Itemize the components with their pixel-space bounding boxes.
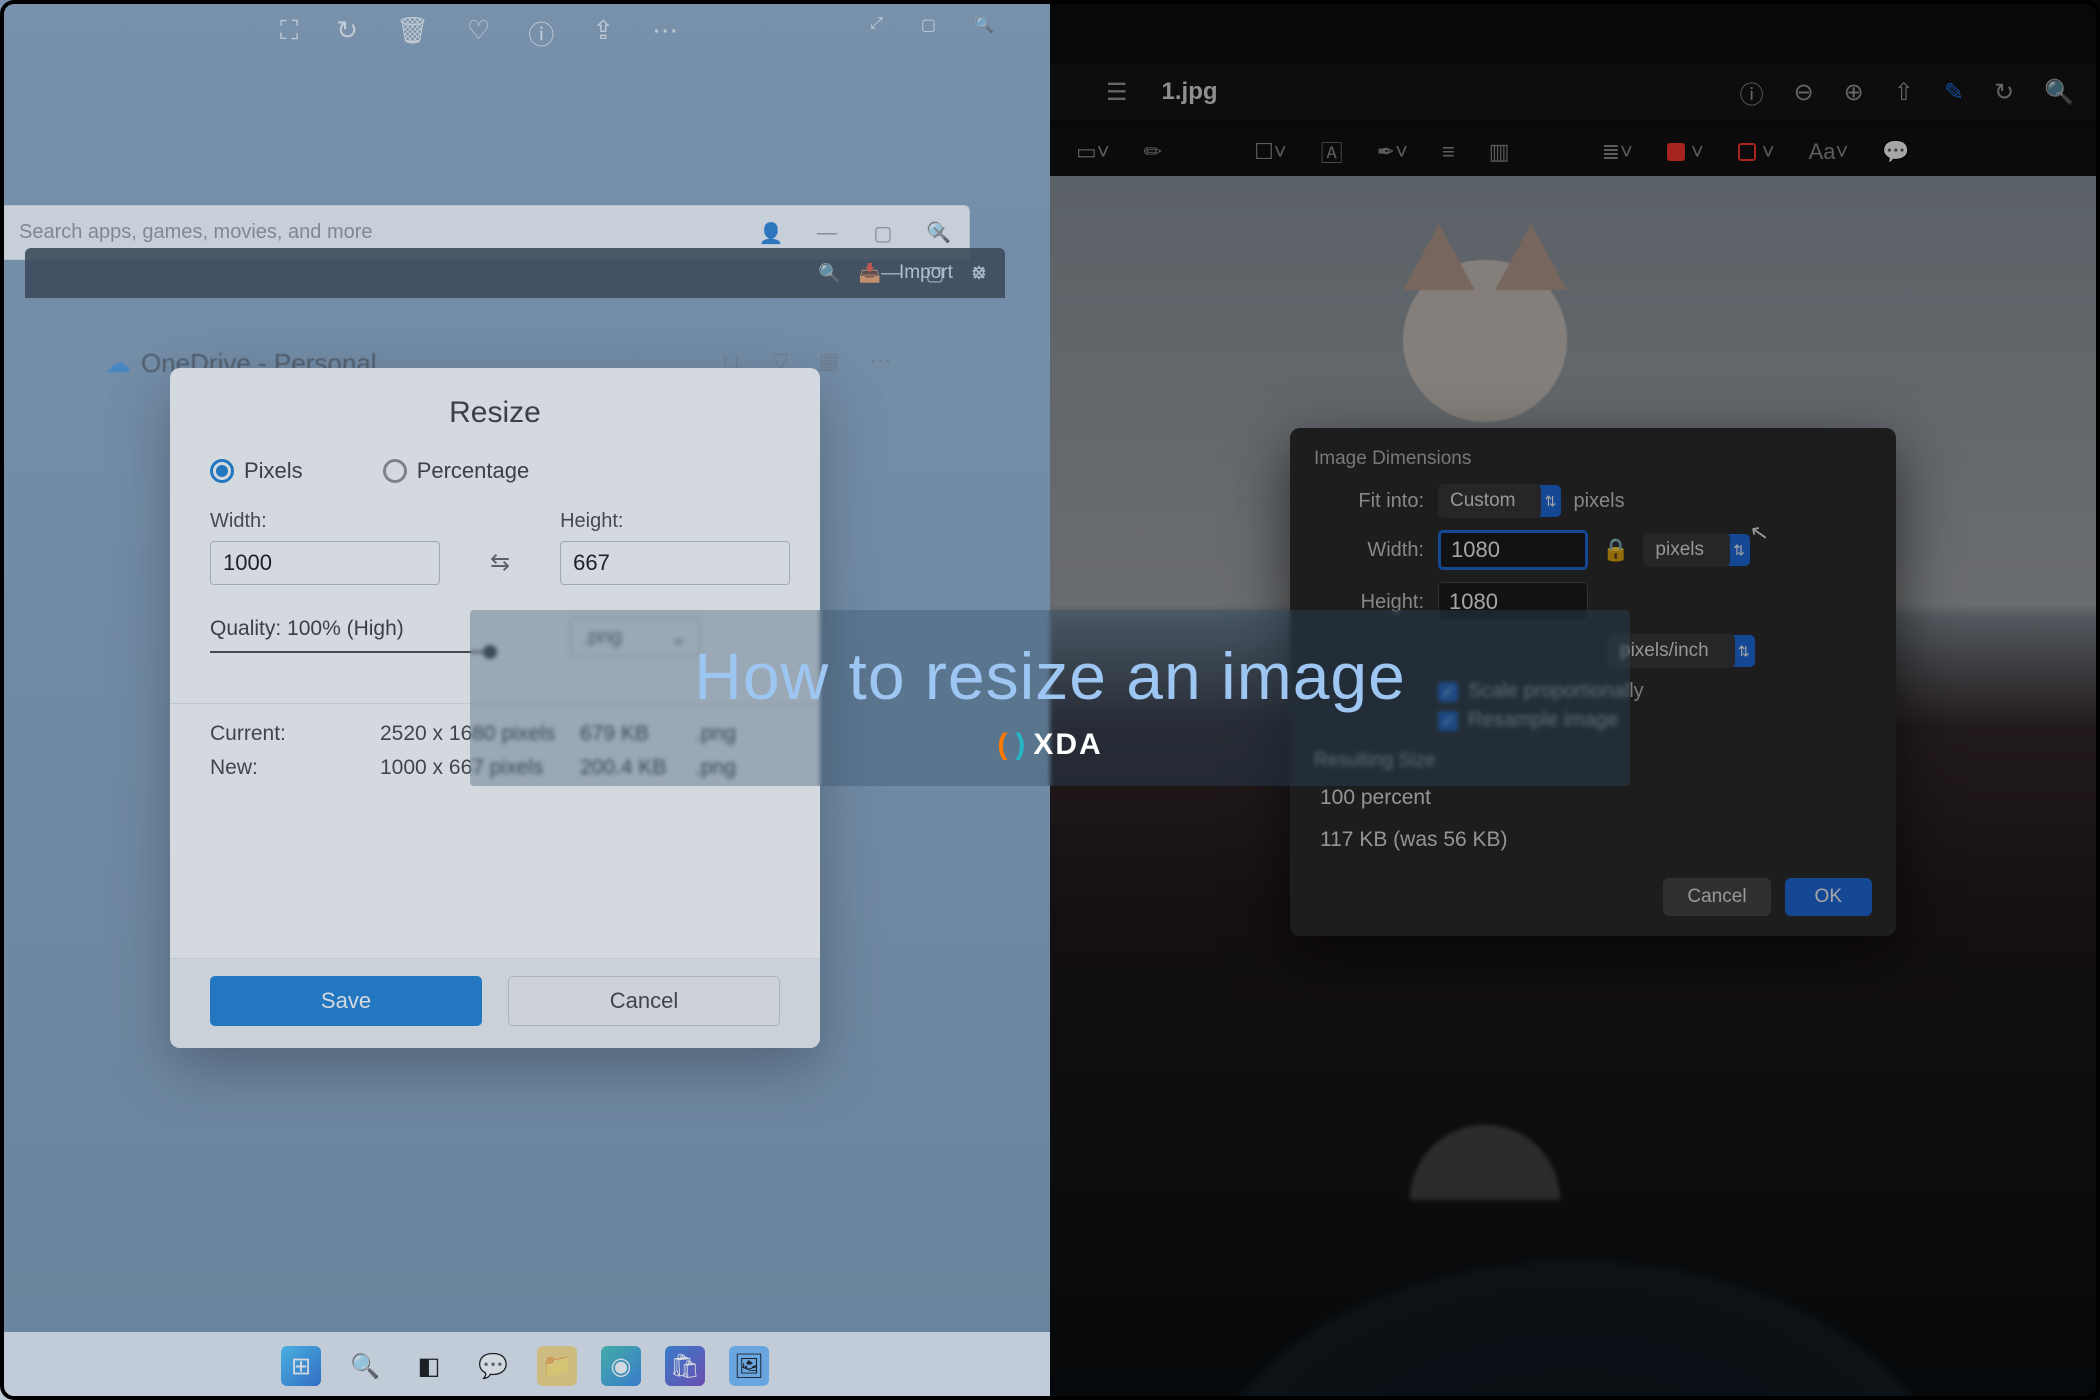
adjust-color-icon[interactable]: ≡: [1442, 139, 1455, 165]
chevron-updown-icon: ⇅: [1539, 485, 1561, 517]
annotate-icon[interactable]: 💬: [1882, 139, 1909, 165]
taskview-icon[interactable]: ◧: [409, 1346, 449, 1386]
app-secondary-bar: 🔍 📥 Import ⚙ — ▢ ✕: [25, 248, 1005, 298]
sidebar-icon[interactable]: ☰: [1106, 78, 1128, 107]
select-icon[interactable]: ▭˅: [1076, 139, 1110, 165]
slideshow-icon[interactable]: ▢: [921, 15, 936, 35]
fit-into-unit: pixels: [1573, 490, 1624, 513]
more-icon[interactable]: ⋯: [870, 348, 892, 374]
maximize-icon[interactable]: ▢: [915, 261, 955, 286]
fit-into-label: Fit into:: [1314, 490, 1424, 513]
lasso-icon[interactable]: ✏: [1144, 139, 1162, 165]
line-weight-icon[interactable]: ≣˅: [1602, 139, 1633, 165]
minimize-icon[interactable]: —: [805, 222, 849, 245]
search-icon[interactable]: 🔍: [2044, 78, 2074, 107]
filename: 1.jpg: [1162, 78, 1218, 106]
radio-percentage-label: Percentage: [417, 458, 530, 484]
current-label: Current:: [210, 722, 380, 746]
windows-taskbar: ⊞ 🔍 ◧ 💬 📁 ◉ 🛍 🖼: [0, 1332, 1050, 1400]
info-icon[interactable]: ⓘ: [528, 15, 554, 52]
ok-button[interactable]: OK: [1785, 878, 1872, 916]
chat-icon[interactable]: 💬: [473, 1346, 513, 1386]
xda-logo: () XDA: [510, 728, 1590, 762]
unit-select[interactable]: pixels: [1643, 533, 1730, 567]
article-title-banner: How to resize an image () XDA: [470, 610, 1630, 786]
photos-icon[interactable]: 🖼: [729, 1346, 769, 1386]
lock-icon[interactable]: 🔒: [1602, 537, 1629, 563]
radio-percentage[interactable]: Percentage: [383, 458, 530, 484]
width-input[interactable]: [210, 541, 440, 585]
expand-icon[interactable]: ⤢: [870, 15, 883, 35]
info-icon[interactable]: ⓘ: [1740, 75, 1764, 110]
sign-icon[interactable]: ✒˅: [1377, 139, 1408, 165]
close-icon[interactable]: ✕: [959, 261, 999, 286]
explorer-icon[interactable]: 📁: [537, 1346, 577, 1386]
cancel-button[interactable]: Cancel: [1663, 878, 1770, 916]
delete-icon[interactable]: 🗑: [396, 15, 429, 52]
image-content-reflection: [1385, 1090, 1585, 1200]
font-icon[interactable]: Aa˅: [1809, 139, 1849, 165]
text-icon[interactable]: 🄰: [1321, 136, 1343, 168]
markup-icon[interactable]: ✎: [1944, 78, 1964, 107]
maximize-icon[interactable]: ▢: [861, 221, 905, 246]
search-icon[interactable]: 🔍: [974, 15, 994, 35]
fit-into-select[interactable]: Custom: [1438, 484, 1541, 518]
rotate-icon[interactable]: ↻: [336, 15, 358, 52]
cloud-icon: ☁: [105, 348, 131, 379]
grid-icon[interactable]: ▦: [819, 348, 840, 374]
more-icon[interactable]: ⋯: [652, 15, 678, 52]
close-icon[interactable]: ✕: [917, 221, 961, 246]
fill-color-icon[interactable]: ˅: [1738, 139, 1775, 165]
photos-toolbar: ⛶ ↻ 🗑 ♡ ⓘ ⇪ ⋯: [280, 15, 678, 52]
width-input[interactable]: [1438, 530, 1588, 570]
height-input[interactable]: [560, 541, 790, 585]
zoom-out-icon[interactable]: ⊖: [1794, 78, 1814, 107]
adjust-size-icon[interactable]: ▥: [1489, 139, 1510, 165]
dialog-title: Resize: [210, 396, 780, 430]
favorite-icon[interactable]: ♡: [467, 15, 490, 52]
result-percent: 100 percent: [1320, 786, 1872, 810]
markup-toolbar: ▭˅ ✏ ☐˅ 🄰 ✒˅ ≡ ▥ ≣˅ ˅ ˅ Aa˅ 💬: [1050, 128, 2100, 176]
edge-icon[interactable]: ◉: [601, 1346, 641, 1386]
radio-pixels-label: Pixels: [244, 458, 303, 484]
start-icon[interactable]: ⊞: [281, 1346, 321, 1386]
article-title: How to resize an image: [510, 638, 1590, 714]
link-aspect-icon[interactable]: ⇆: [490, 548, 510, 577]
share-icon[interactable]: ⇧: [1894, 78, 1914, 107]
radio-pixels[interactable]: Pixels: [210, 458, 303, 484]
width-label: Width:: [210, 510, 267, 532]
height-label: Height:: [560, 510, 623, 532]
chevron-updown-icon: ⇅: [1733, 635, 1755, 667]
share-icon[interactable]: ⇪: [592, 15, 614, 52]
preview-titlebar: ☰ 1.jpg ⓘ ⊖ ⊕ ⇧ ✎ ↻ 🔍: [1050, 64, 2100, 120]
stroke-color-icon[interactable]: ˅: [1667, 139, 1704, 165]
result-size: 117 KB (was 56 KB): [1320, 828, 1872, 852]
radio-on-icon: [210, 459, 234, 483]
photos-toolbar-right: ⤢ ▢ 🔍: [870, 15, 994, 35]
section-dimensions: Image Dimensions: [1314, 448, 1872, 470]
quality-slider[interactable]: [210, 651, 490, 653]
search-icon[interactable]: 🔍: [818, 263, 840, 284]
radio-off-icon: [383, 459, 407, 483]
zoom-fit-icon[interactable]: ⛶: [280, 15, 298, 52]
zoom-in-icon[interactable]: ⊕: [1844, 78, 1864, 107]
shapes-icon[interactable]: ☐˅: [1254, 139, 1287, 165]
search-icon[interactable]: 🔍: [345, 1346, 385, 1386]
save-button[interactable]: Save: [210, 976, 482, 1026]
account-icon[interactable]: 👤: [749, 221, 793, 246]
new-label: New:: [210, 756, 380, 780]
minimize-icon[interactable]: —: [871, 262, 911, 285]
chevron-updown-icon: ⇅: [1728, 534, 1750, 566]
cancel-button[interactable]: Cancel: [508, 976, 780, 1026]
width-label: Width:: [1314, 539, 1424, 562]
store-icon[interactable]: 🛍: [665, 1346, 705, 1386]
rotate-icon[interactable]: ↻: [1994, 78, 2014, 107]
